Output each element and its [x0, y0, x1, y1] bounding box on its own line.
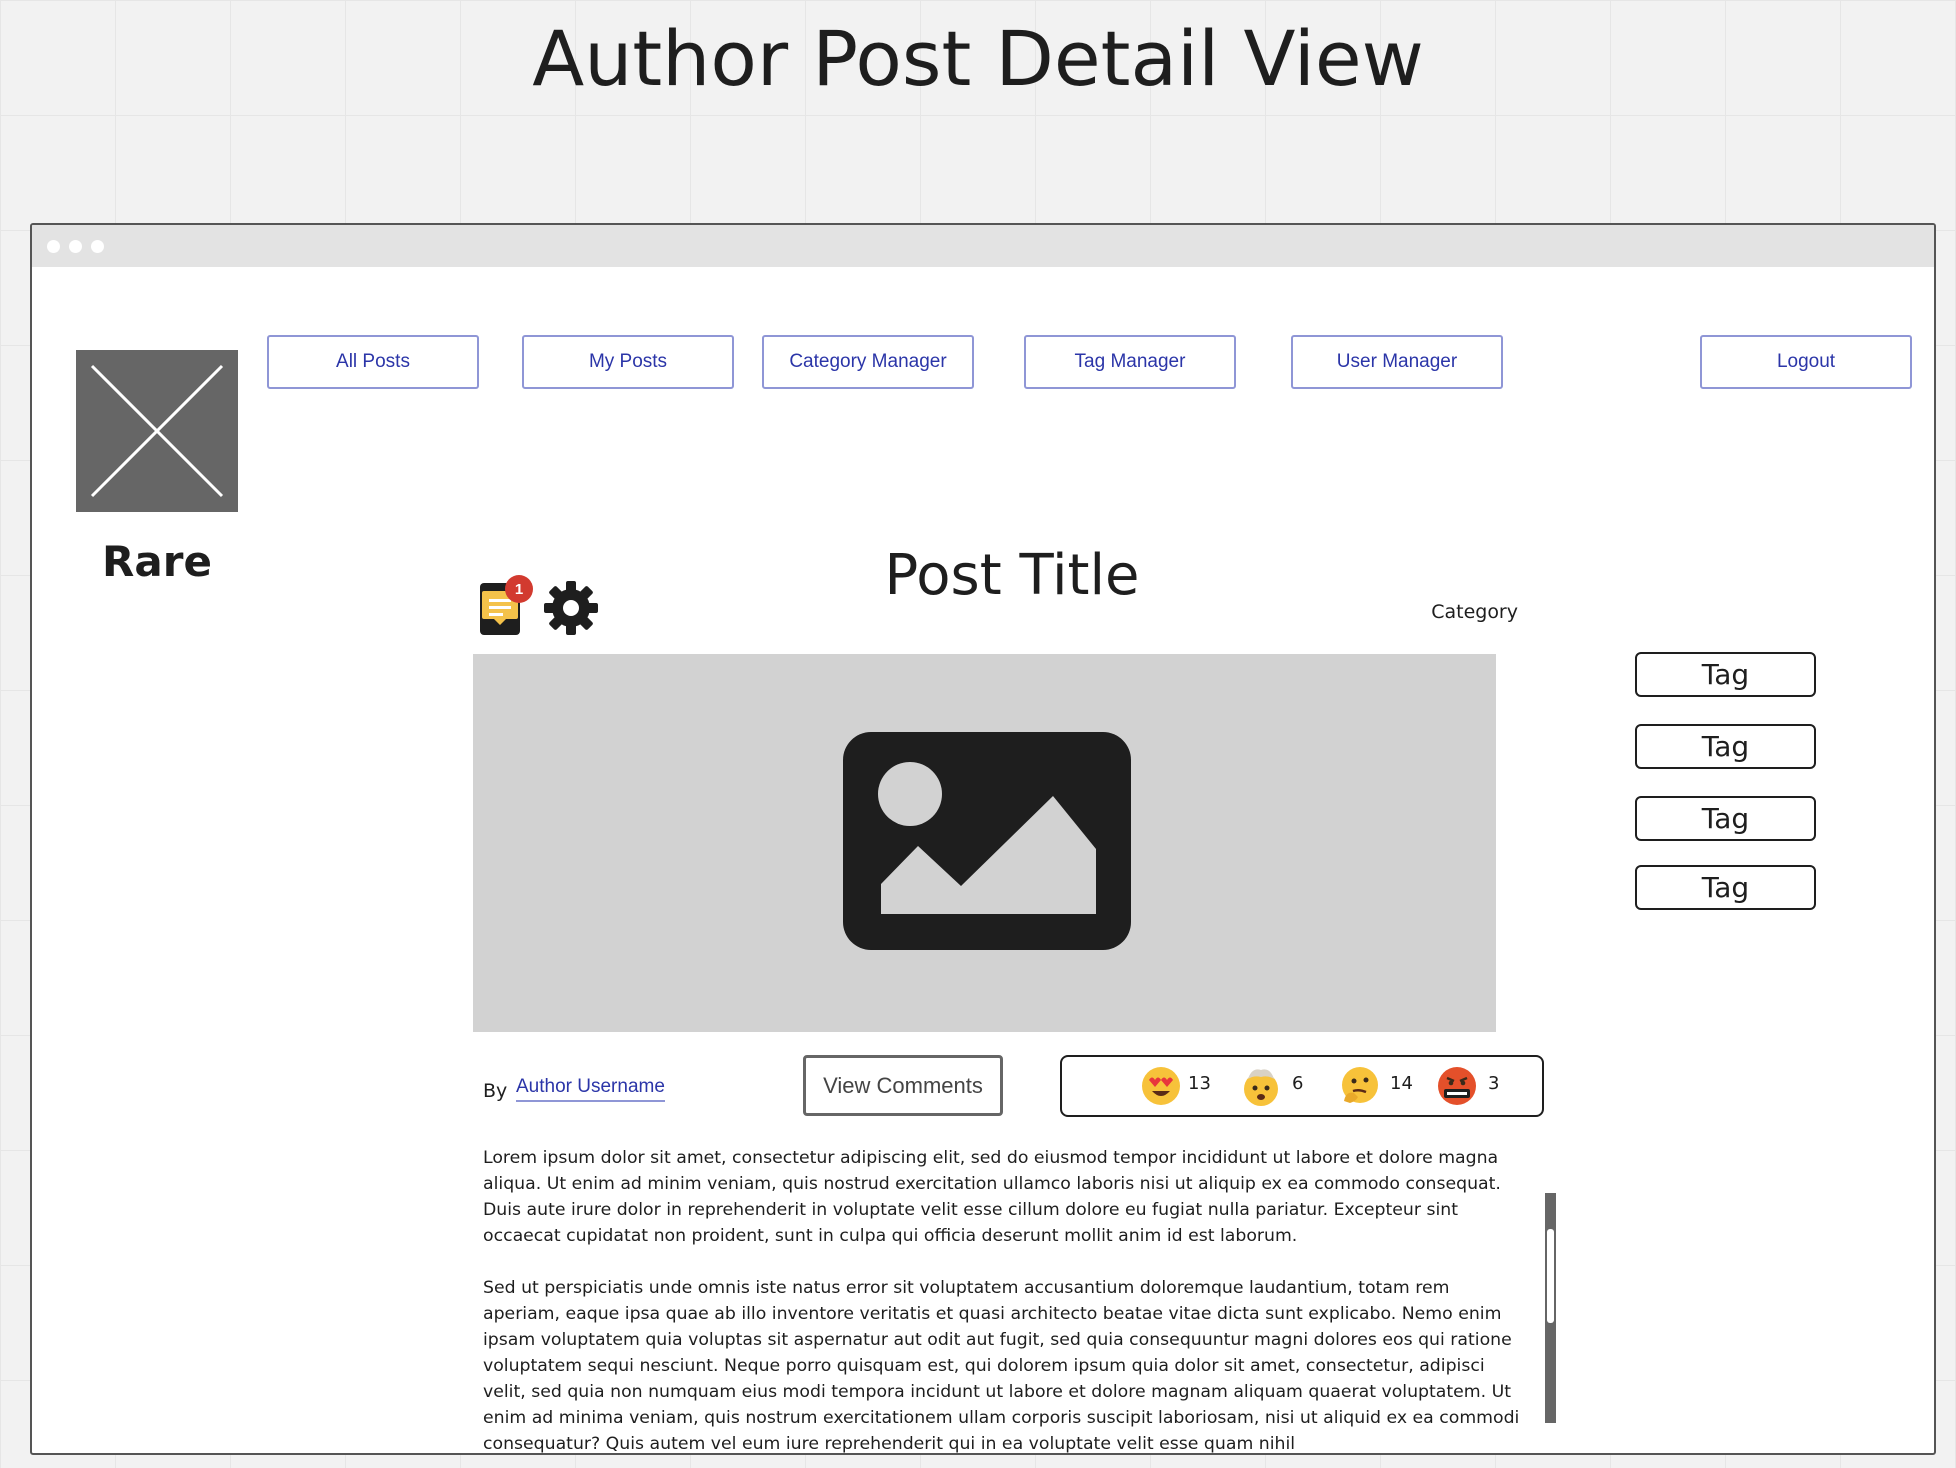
by-label: By: [483, 1080, 508, 1102]
author-username-link[interactable]: Author Username: [516, 1076, 665, 1102]
page-heading: Author Post Detail View: [532, 14, 1424, 103]
thinking-emoji-icon[interactable]: [1338, 1065, 1380, 1107]
image-icon: [843, 732, 1131, 950]
user-manager-button[interactable]: User Manager: [1291, 335, 1503, 389]
post-image: [473, 654, 1496, 1032]
gear-icon[interactable]: [542, 579, 600, 637]
scrollbar-thumb[interactable]: [1547, 1229, 1554, 1323]
reaction-count: 6: [1292, 1073, 1304, 1094]
post-title: Post Title: [884, 543, 1140, 608]
tag-button[interactable]: Tag: [1635, 724, 1816, 769]
my-posts-button[interactable]: My Posts: [522, 335, 734, 389]
mind-blown-emoji-icon[interactable]: [1240, 1065, 1282, 1107]
heart-eyes-emoji-icon[interactable]: [1140, 1065, 1182, 1107]
notification-badge: 1: [505, 575, 533, 603]
post-body: Lorem ipsum dolor sit amet, consectetur …: [483, 1145, 1523, 1454]
all-posts-button[interactable]: All Posts: [267, 335, 479, 389]
reaction-count: 13: [1188, 1073, 1211, 1094]
post-category: Category: [1431, 601, 1518, 623]
tag-button[interactable]: Tag: [1635, 796, 1816, 841]
tag-button[interactable]: Tag: [1635, 865, 1816, 910]
window-dot-icon: [47, 240, 60, 253]
body-scrollbar[interactable]: [1545, 1193, 1556, 1423]
browser-window: Rare All Posts My Posts Category Manager…: [30, 223, 1936, 1455]
reaction-count: 14: [1390, 1073, 1413, 1094]
post-paragraph: Lorem ipsum dolor sit amet, consectetur …: [483, 1148, 1501, 1246]
category-manager-button[interactable]: Category Manager: [762, 335, 974, 389]
reaction-count: 3: [1488, 1073, 1500, 1094]
view-comments-button[interactable]: View Comments: [803, 1055, 1003, 1116]
reactions-bar: 13 6 14 3: [1060, 1055, 1544, 1117]
image-placeholder-x-icon: [90, 364, 224, 498]
cursing-emoji-icon[interactable]: [1436, 1065, 1478, 1107]
window-dot-icon: [91, 240, 104, 253]
post-paragraph: Sed ut perspiciatis unde omnis iste natu…: [483, 1278, 1520, 1454]
window-dot-icon: [69, 240, 82, 253]
tag-button[interactable]: Tag: [1635, 652, 1816, 697]
tag-manager-button[interactable]: Tag Manager: [1024, 335, 1236, 389]
brand-name: Rare: [102, 537, 212, 586]
logo-placeholder[interactable]: [76, 350, 238, 512]
logout-button[interactable]: Logout: [1700, 335, 1912, 389]
window-titlebar: [32, 225, 1934, 267]
